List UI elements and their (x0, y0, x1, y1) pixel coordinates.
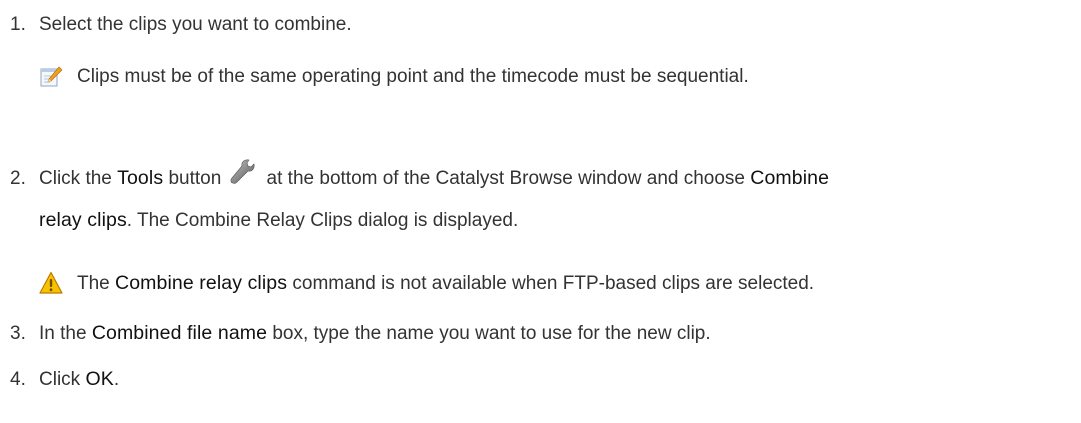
step-number: 1. (10, 14, 26, 35)
step-text-segment: Click (39, 369, 86, 390)
step-text-segment: at the bottom of the Catalyst Browse win… (261, 168, 751, 189)
step-number: 2. (10, 168, 26, 189)
ui-term-relay-clips: relay clips (39, 209, 127, 231)
step-3: 3. In the Combined file name box, type t… (10, 316, 711, 351)
step-1: 1. Select the clips you want to combine. (10, 8, 352, 42)
step-text: relay clips. The Combine Relay Clips dia… (39, 203, 518, 238)
step-text-segment: button (163, 168, 222, 189)
step-4: 4. Click OK. (10, 362, 119, 397)
step-text: Click the Tools button at the bottom of … (39, 158, 829, 196)
note-text: Clips must be of the same operating poin… (77, 66, 749, 87)
step-text-segment: . (113, 369, 120, 390)
note-text: The Combine relay clips command is not a… (77, 272, 814, 295)
step-text-segment: Click the (39, 168, 118, 189)
step-text-segment: box, type the name you want to use for t… (267, 323, 711, 344)
ui-term-combine-relay-clips: Combine relay clips (115, 271, 288, 294)
wrench-icon (227, 158, 257, 188)
step-text-segment: . The Combine Relay Clips dialog is disp… (126, 210, 519, 231)
note-text-segment: command is not available when FTP-based … (287, 272, 815, 294)
step-text: Select the clips you want to combine. (39, 14, 352, 35)
note-callout: Clips must be of the same operating poin… (39, 60, 749, 94)
step-2: 2. Click the Tools button at the bottom … (10, 158, 829, 196)
warning-triangle-icon (39, 271, 63, 295)
ui-term-tools: Tools (117, 167, 164, 189)
step-text-segment: In the (39, 323, 92, 344)
ui-term-combine: Combine (750, 167, 830, 189)
ui-term-combined-file-name: Combined file name (91, 322, 268, 344)
step-text: In the Combined file name box, type the … (39, 316, 711, 351)
step-2-continued: relay clips. The Combine Relay Clips dia… (39, 203, 518, 238)
notepad-pencil-icon (39, 65, 63, 89)
step-number: 3. (10, 323, 26, 344)
ui-term-ok: OK (85, 368, 114, 390)
step-text: Click OK. (39, 362, 119, 397)
warning-callout: The Combine relay clips command is not a… (39, 266, 814, 300)
note-text-segment: The (77, 272, 116, 294)
step-number: 4. (10, 369, 26, 390)
